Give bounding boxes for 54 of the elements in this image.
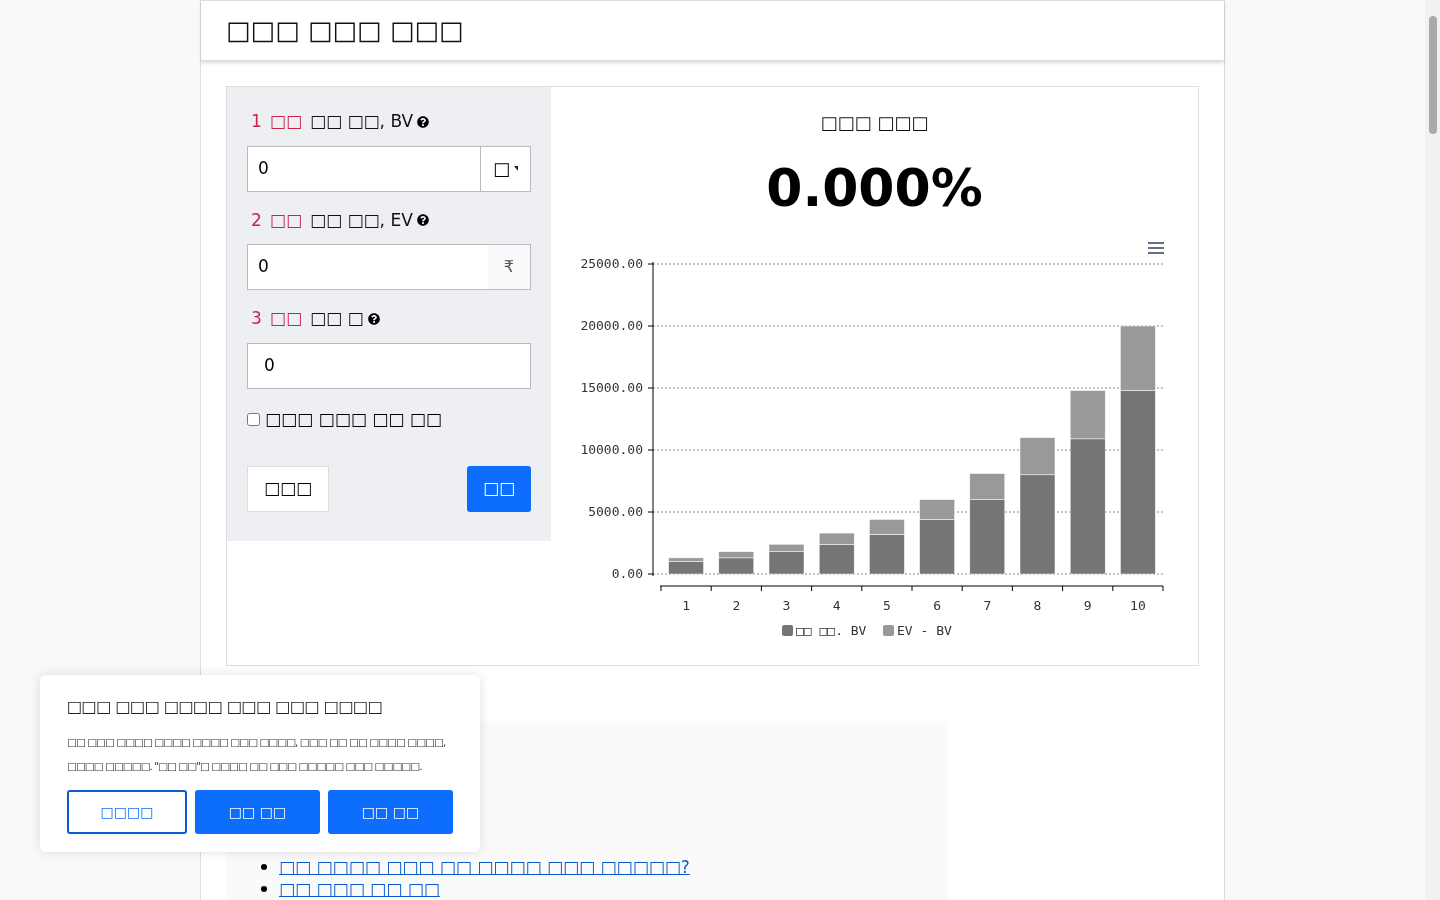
x-tick-label: 4: [832, 598, 841, 613]
step-number: 2: [251, 208, 262, 232]
y-tick-label: 15000.00: [579, 380, 643, 395]
field-label: □□ □: [309, 307, 364, 330]
caret-icon: [514, 166, 518, 171]
step-label: □□: [269, 110, 302, 133]
x-tick-label: 5: [882, 598, 891, 613]
checkbox[interactable]: [247, 412, 260, 426]
bullet-icon: [261, 864, 267, 870]
cookie-title: □□□ □□□ □□□□ □□□ □□□ □□□□: [67, 696, 384, 718]
x-tick-label: 1: [681, 598, 690, 613]
menu-icon[interactable]: [1147, 242, 1164, 254]
x-tick-label: 8: [1033, 598, 1041, 613]
x-tick-label: 7: [982, 598, 991, 613]
faq-link[interactable]: □□ □□□□ □□□ □□ □□□□ □□□ □□□□□?: [279, 856, 690, 878]
step-number: 3: [251, 307, 262, 330]
y-tick-label: 0.00: [611, 566, 643, 581]
customize-button[interactable]: □□□□: [67, 790, 187, 834]
page-title: □□□ □□□ □□□: [226, 14, 464, 47]
step-label: □□: [269, 307, 302, 330]
consent-button[interactable]: □□ □□: [195, 790, 320, 834]
y-tick-label: 10000.00: [579, 442, 643, 457]
checkbox-label: □□□ □□□ □□ □□: [265, 407, 442, 431]
legend-label[interactable]: □□ □□. BV: [795, 623, 866, 638]
x-tick-label: 10: [1129, 598, 1146, 613]
x-tick-label: 3: [782, 598, 790, 613]
input-field[interactable]: 0 ₹: [247, 244, 531, 290]
input-field[interactable]: 0 □: [247, 145, 531, 192]
legend-label[interactable]: EV - BV: [896, 623, 952, 638]
step-number: 1: [251, 110, 262, 133]
reset-button[interactable]: □□□: [247, 466, 330, 512]
bullet-icon: [261, 886, 267, 892]
calculate-button[interactable]: □□: [466, 466, 531, 512]
currency-addon: ₹: [487, 245, 530, 289]
field-label: □□ □□, EV: [309, 208, 413, 232]
x-tick-label: 6: [932, 598, 941, 613]
input-field[interactable]: 0: [247, 342, 531, 389]
cookie-text: □□ □□□ □□□□ □□□□ □□□□ □□□ □□□□, □□□ □□ □□ □□□□ □□□□, □□□□ □□□□□. "□□ □□"□ □□□□ □□ □□□ □□□□□ □□□ □□□□□.: [67, 735, 447, 774]
step-label: □□: [269, 208, 302, 232]
y-tick-label: 20000.00: [579, 318, 643, 333]
input-text[interactable]: 0: [248, 146, 480, 191]
consent-button[interactable]: □□ □□: [328, 790, 453, 834]
help-icon[interactable]: [417, 115, 430, 128]
y-tick-label: 5000.00: [587, 504, 643, 519]
y-tick-label: 25000.00: [579, 256, 643, 271]
faq-link[interactable]: □□ □□□ □□ □□: [279, 878, 440, 900]
result-value: 0.000%: [766, 162, 983, 214]
help-icon[interactable]: [367, 312, 380, 325]
result-title: □□□ □□□: [820, 111, 929, 135]
input-text[interactable]: 0: [248, 245, 488, 289]
field-label: □□ □□, BV: [309, 110, 414, 133]
x-tick-label: 2: [731, 598, 740, 613]
x-tick-label: 9: [1083, 598, 1092, 613]
help-icon[interactable]: [416, 214, 429, 227]
